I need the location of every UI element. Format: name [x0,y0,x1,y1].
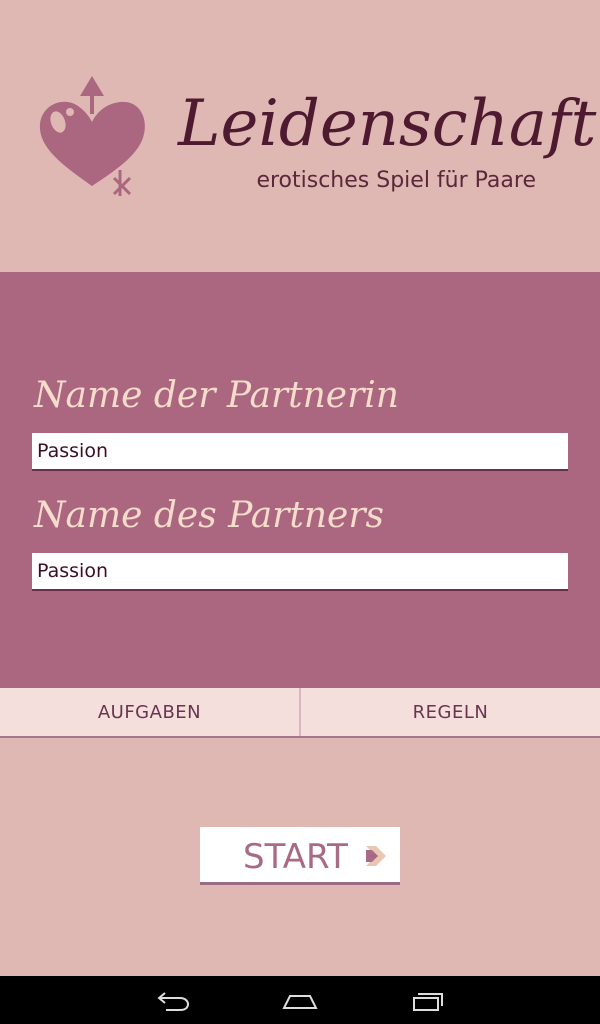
home-icon[interactable] [280,988,320,1012]
tab-bar: AUFGABEN REGELN [0,688,600,738]
partner-name-label: Name des Partners [34,495,385,536]
partnerin-name-label: Name der Partnerin [34,375,399,416]
names-form-panel: Name der Partnerin Name des Partners [0,272,600,688]
chevron-right-icon [366,846,386,866]
back-icon[interactable] [152,988,192,1012]
partner-name-input[interactable] [32,553,568,589]
partnerin-name-input[interactable] [32,433,568,469]
app-title: Leidenschaft [178,87,597,161]
app-subtitle: erotisches Spiel für Paare [256,168,536,193]
partner-name-field[interactable] [32,553,568,591]
start-button[interactable]: START [200,827,400,885]
partnerin-name-field[interactable] [32,433,568,471]
tab-regeln[interactable]: REGELN [299,688,600,736]
tab-aufgaben[interactable]: AUFGABEN [0,688,299,736]
heart-gender-logo-icon [39,76,145,196]
start-button-label: START [243,837,348,877]
system-navigation-bar [0,976,600,1024]
app-header: Leidenschaft erotisches Spiel für Paare [0,0,600,272]
recent-apps-icon[interactable] [408,988,448,1012]
